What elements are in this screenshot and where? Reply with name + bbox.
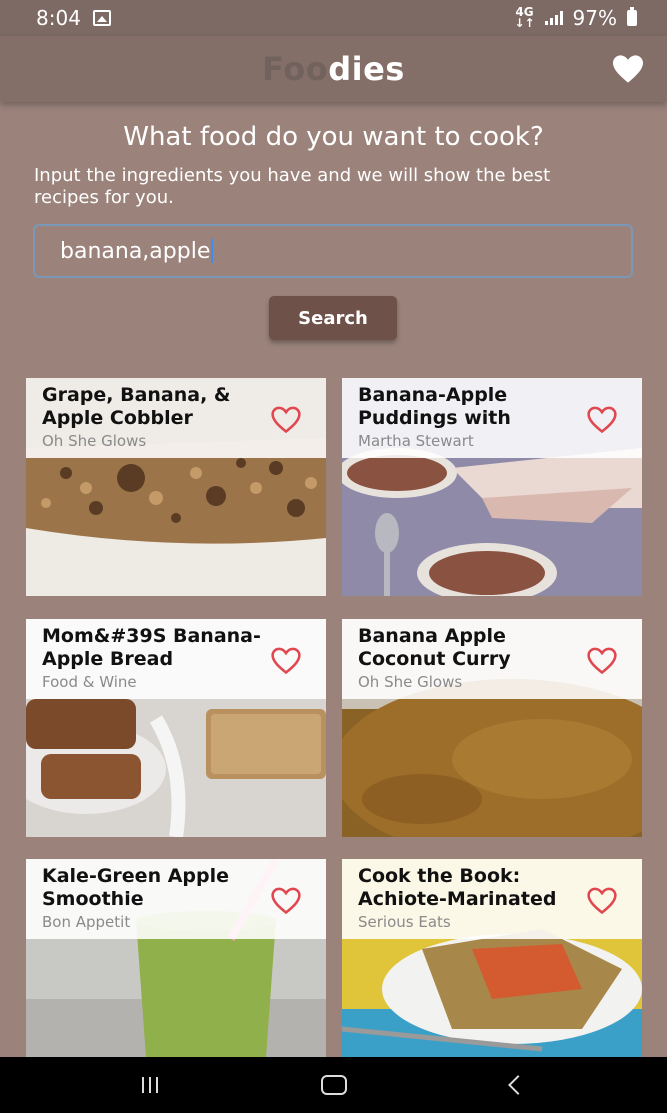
status-bar: 8:04 4G ↓↑ 97% — [0, 0, 667, 36]
status-time: 8:04 — [36, 6, 81, 30]
text-caret — [211, 239, 214, 263]
battery-icon — [627, 7, 637, 26]
recipe-title: Mom&#39S Banana-Apple Bread — [42, 625, 261, 670]
ingredients-input[interactable]: banana,apple — [33, 224, 633, 278]
system-nav-bar — [0, 1057, 667, 1113]
recipe-source: Martha Stewart — [358, 432, 474, 450]
ingredients-input-value: banana,apple — [60, 238, 211, 264]
recipe-title: Cook the Book: Achiote-Marinated C... — [358, 865, 557, 910]
recipe-title: Banana-Apple Puddings with Toast... — [358, 384, 511, 429]
recipe-card[interactable]: Banana Apple Coconut Curry recipes Oh Sh… — [342, 619, 642, 837]
recipe-card[interactable]: Mom&#39S Banana-Apple Bread Food & Wine — [26, 619, 326, 837]
back-icon[interactable] — [508, 1075, 529, 1095]
recents-icon[interactable] — [141, 1077, 158, 1093]
gallery-notification-icon — [92, 10, 111, 26]
recipe-source: Food & Wine — [42, 673, 137, 691]
recipe-card[interactable]: Kale-Green Apple Smoothie Bon Appetit — [26, 859, 326, 1057]
favorite-heart-icon[interactable] — [586, 647, 618, 675]
favorite-heart-icon[interactable] — [270, 647, 302, 675]
favorite-heart-icon[interactable] — [586, 406, 618, 434]
page-headline: What food do you want to cook? — [123, 122, 544, 152]
recipe-source: Bon Appetit — [42, 913, 131, 931]
recipe-source: Oh She Glows — [358, 673, 463, 691]
network-arrows: ↓↑ — [514, 16, 535, 30]
home-icon[interactable] — [321, 1075, 348, 1095]
recipe-title: Grape, Banana, & Apple Cobbler — [42, 384, 231, 429]
favorite-heart-icon[interactable] — [270, 887, 302, 915]
recipe-source: Oh She Glows — [42, 432, 147, 450]
recipe-title: Kale-Green Apple Smoothie — [42, 865, 230, 910]
search-button[interactable]: Search — [269, 296, 397, 340]
favorite-heart-icon[interactable] — [270, 406, 302, 434]
app-title-part2: dies — [328, 50, 405, 88]
favorites-heart-icon[interactable] — [611, 54, 645, 84]
recipe-card[interactable]: Cook the Book: Achiote-Marinated C... Se… — [342, 859, 642, 1057]
recipe-title: Banana Apple Coconut Curry recipes — [358, 625, 511, 670]
network-icon: 4G ↓↑ — [514, 6, 535, 30]
app-title-part1: Foo — [262, 50, 329, 88]
status-right: 4G ↓↑ 97% — [514, 6, 637, 30]
recipe-card[interactable]: Banana-Apple Puddings with Toast... Mart… — [342, 378, 642, 596]
recipe-source: Serious Eats — [358, 913, 451, 931]
app-bar: Foodies — [0, 36, 667, 102]
page-subtext: Input the ingredients you have and we wi… — [34, 165, 551, 208]
battery-percent: 97% — [572, 6, 617, 30]
recipe-card[interactable]: Grape, Banana, & Apple Cobbler Oh She Gl… — [26, 378, 326, 596]
status-left: 8:04 — [36, 6, 111, 30]
signal-icon — [544, 11, 563, 25]
app-title: Foodies — [262, 50, 405, 88]
favorite-heart-icon[interactable] — [586, 887, 618, 915]
